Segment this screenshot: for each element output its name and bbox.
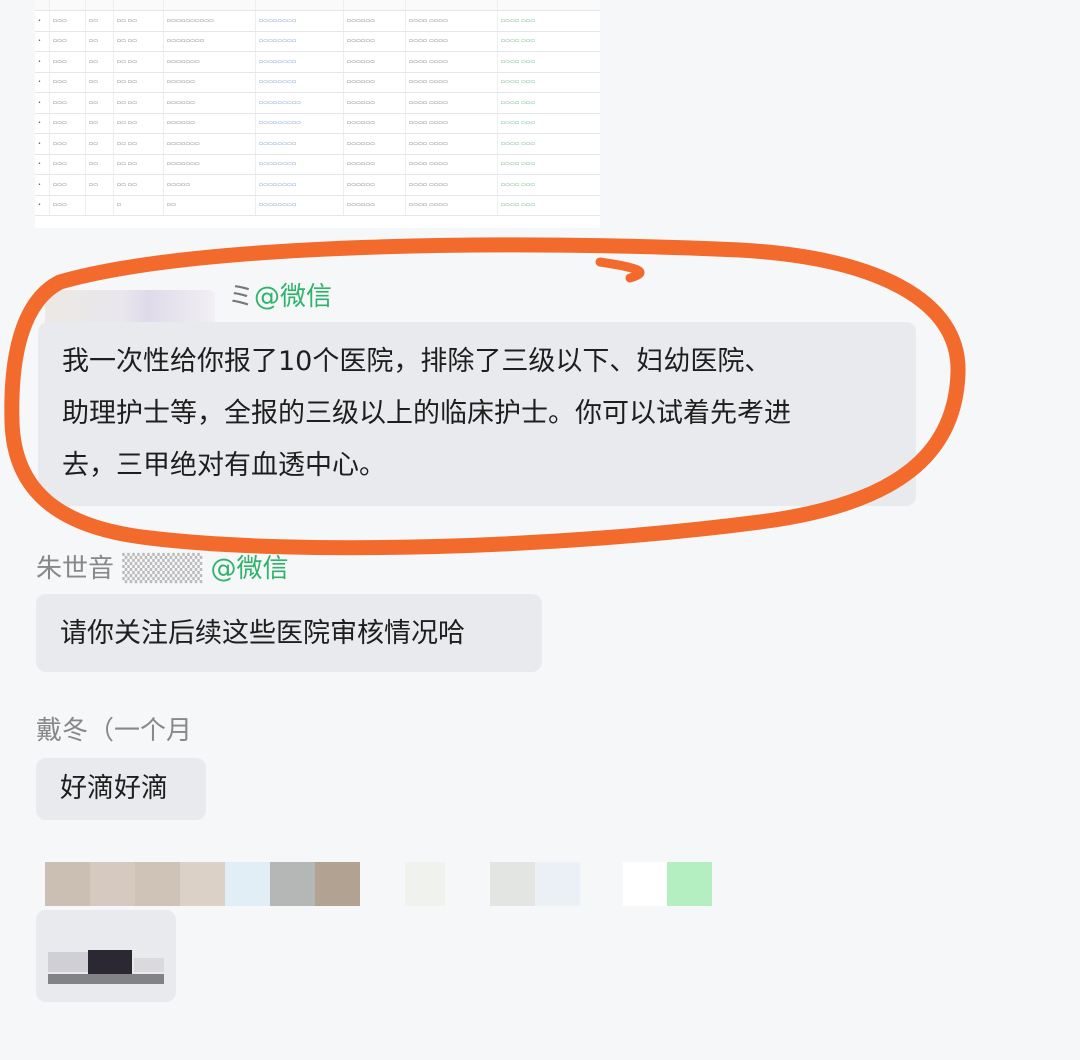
message-text: 请你关注后续这些医院审核情况哈 (60, 618, 465, 649)
table-row: •▭▭▭▭▭▭▭ ▭▭▭▭▭▭▭▭▭▭▭▭▭▭▭▭▭▭▭▭▭▭▭▭▭▭▭ ▭▭▭… (35, 133, 600, 155)
pixelated-message-bubble (36, 910, 176, 1002)
table-row: •▭▭▭▭▭▭▭ ▭▭▭▭▭▭▭▭▭▭▭▭▭▭▭▭▭▭▭▭▭▭▭▭▭▭▭ ▭▭▭… (35, 92, 600, 114)
message-sender: ミ@微信 (228, 276, 332, 313)
message-text: 好滴好滴 (60, 773, 168, 804)
table-row: • ▭▭▭ ▭▭ ▭▭ ▭▭ ▭▭▭▭▭ ▭▭▭▭▭▭▭▭ ▭▭▭▭▭▭ ▭▭▭▭ ▭▭▭▭ ▭… (35, 174, 600, 196)
table-row (35, 0, 600, 11)
table-row: • ▭▭▭ ▭▭ ▭▭ ▭▭ ▭▭▭▭▭▭▭▭ ▭▭▭▭▭▭▭▭ ▭▭▭▭▭▭ ▭▭▭▭ ▭▭… (35, 31, 600, 52)
sender-name-fragment: ミ (228, 282, 255, 312)
table-row: •▭▭▭▭▭▭▭ ▭▭▭▭▭▭▭▭▭▭▭▭▭▭▭▭▭▭▭▭▭▭▭▭▭▭▭ ▭▭▭… (35, 51, 600, 73)
message-bubble: 请你关注后续这些医院审核情况哈 (36, 594, 542, 672)
hospital-table: • ▭▭▭ ▭▭ ▭▭ ▭▭ ▭▭▭▭▭▭▭▭▭▭ ▭▭▭▭▭▭▭▭ ▭▭▭▭▭▭ ▭▭▭▭ … (35, 0, 600, 216)
table-row: • ▭▭▭ ▭ ▭▭ ▭▭▭▭▭▭▭▭ ▭▭▭▭▭▭ ▭▭▭▭ ▭▭▭▭ ▭▭▭▭ ▭▭▭ (35, 195, 600, 216)
message-sender: 朱世音 ▒▒▒▒ @微信 (36, 554, 289, 584)
sender-wechat-tag: @微信 (210, 554, 289, 584)
table-row: • ▭▭▭ ▭▭ ▭▭ ▭▭ ▭▭▭▭▭▭▭▭▭▭ ▭▭▭▭▭▭▭▭ ▭▭▭▭▭▭ ▭▭▭▭ … (35, 10, 600, 32)
table-screenshot: • ▭▭▭ ▭▭ ▭▭ ▭▭ ▭▭▭▭▭▭▭▭▭▭ ▭▭▭▭▭▭▭▭ ▭▭▭▭▭▭ ▭▭▭▭ … (35, 0, 600, 228)
table-row: • ▭▭▭ ▭▭ ▭▭ ▭▭ ▭▭▭▭▭▭ ▭▭▭▭▭▭▭▭ ▭▭▭▭▭▭ ▭▭▭▭ ▭▭▭▭… (35, 72, 600, 93)
table-row: •▭▭▭▭▭▭▭ ▭▭▭▭▭▭▭▭▭▭▭▭▭▭▭▭▭▭▭▭▭▭▭▭▭▭▭ ▭▭▭… (35, 154, 600, 175)
message-sender: 戴冬（一个月 (36, 710, 192, 747)
message-text-line: 助理护士等，全报的三级以上的临床护士。你可以试着先考进 (62, 398, 791, 429)
sender-name: 朱世音 (36, 554, 115, 584)
table-row: •▭▭▭▭▭▭▭ ▭▭▭▭▭▭▭▭▭▭▭▭▭▭▭▭▭▭▭▭▭▭▭▭▭▭▭ ▭▭▭… (35, 113, 600, 134)
message-text-line: 去，三甲绝对有血透中心。 (62, 450, 386, 481)
message-text-line: 我一次性给你报了10个医院，排除了三级以下、妇幼医院、 (62, 346, 772, 377)
sender-name: 戴冬（一个月 (36, 716, 193, 746)
message-bubble: 我一次性给你报了10个医院，排除了三级以下、妇幼医院、 助理护士等，全报的三级以… (38, 322, 916, 506)
message-bubble: 好滴好滴 (36, 758, 206, 820)
sender-wechat-tag: @微信 (254, 282, 333, 312)
pixelated-sender-name (45, 862, 712, 906)
